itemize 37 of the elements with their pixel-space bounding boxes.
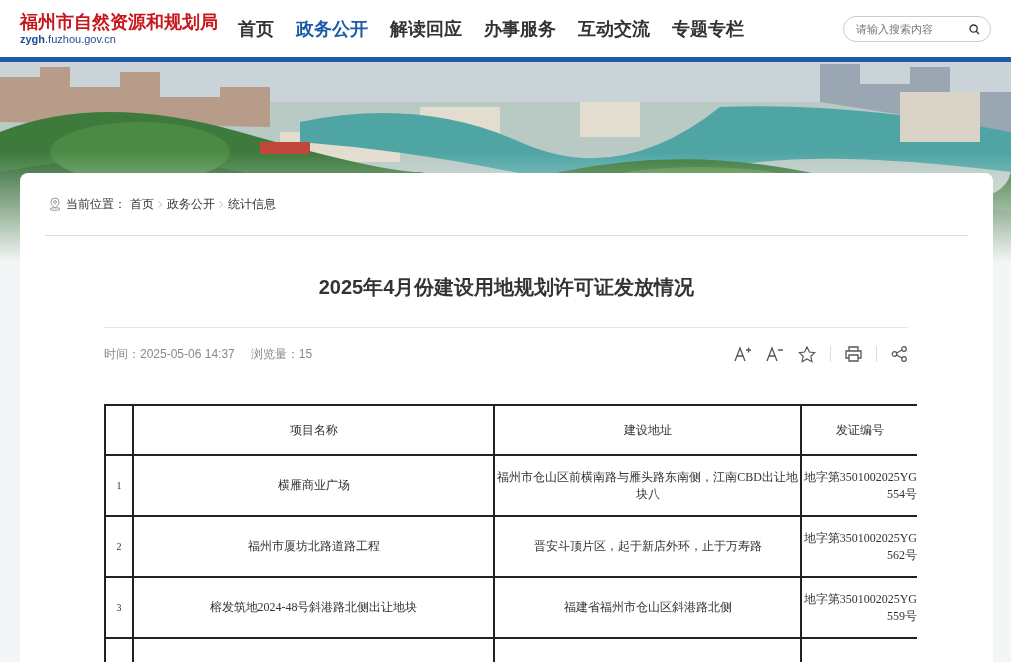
share-icon[interactable] bbox=[891, 346, 908, 362]
view-count: 浏览量：15 bbox=[250, 345, 313, 363]
breadcrumb-link[interactable]: 政务公开 bbox=[167, 195, 215, 213]
star-icon[interactable] bbox=[798, 345, 816, 363]
location-icon bbox=[48, 197, 62, 211]
site-domain: zygh.fuzhou.gov.cn bbox=[20, 32, 117, 46]
table-cell: 1 bbox=[105, 455, 133, 516]
article-title: 2025年4月份建设用地规划许可证发放情况 bbox=[317, 275, 696, 300]
chevron-icon bbox=[158, 200, 163, 208]
table-cell: 2 bbox=[105, 516, 133, 577]
table-cell: 福州市厦坊北路道路工程 bbox=[133, 516, 494, 577]
breadcrumb-link[interactable]: 首页 bbox=[130, 195, 154, 213]
table-cell: 福建省福州市仓山区斜港路北侧 bbox=[494, 577, 801, 638]
nav-link[interactable]: 互动交流 bbox=[578, 16, 650, 41]
publish-time: 时间：2025-05-06 14:37 bbox=[104, 345, 235, 363]
breadcrumb-label: 当前位置： bbox=[66, 195, 126, 213]
font-smaller-icon[interactable] bbox=[766, 346, 784, 362]
chevron-icon bbox=[219, 200, 224, 208]
table-cell: 横雁商业广场 bbox=[133, 455, 494, 516]
nav-link[interactable]: 解读回应 bbox=[390, 16, 462, 41]
breadcrumb-link[interactable]: 统计信息 bbox=[228, 195, 276, 213]
column-header: 发证编号 bbox=[801, 405, 917, 455]
nav-link[interactable]: 办事服务 bbox=[484, 16, 556, 41]
column-header: 建设地址 bbox=[494, 405, 801, 455]
print-icon[interactable] bbox=[845, 346, 862, 362]
search-field[interactable]: 请输入搜索内容 bbox=[843, 15, 991, 42]
column-header: 项目名称 bbox=[133, 405, 494, 455]
table-cell: 福州市仓山区前横南路与雁头路东南侧，江南CBD出让地块八 bbox=[494, 455, 801, 516]
nav-link[interactable]: 首页 bbox=[238, 16, 274, 41]
nav-link[interactable]: 专题专栏 bbox=[672, 16, 744, 41]
font-larger-icon[interactable] bbox=[734, 346, 752, 362]
table-cell: 榕发筑地2024-48号斜港路北侧出让地块 bbox=[133, 577, 494, 638]
site-logo[interactable]: 福州市自然资源和规划局 bbox=[20, 11, 238, 32]
search-icon[interactable] bbox=[969, 23, 980, 35]
table-cell: 3 bbox=[105, 577, 133, 638]
table-cell: 晋安斗顶片区，起于新店外环，止于万寿路 bbox=[494, 516, 801, 577]
nav-link[interactable]: 政务公开 bbox=[296, 16, 368, 41]
